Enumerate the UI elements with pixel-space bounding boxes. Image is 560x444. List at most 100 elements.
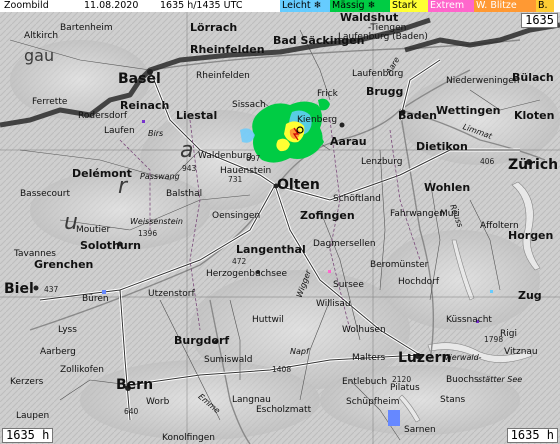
radar-map: Zoombild 11.08.2020 1635 h/1435 UTC Leic… <box>0 0 560 444</box>
place-bassecourt: Bassecourt <box>20 189 70 199</box>
place-kussnacht: Küssnacht <box>446 315 492 325</box>
place-lorrach: Lörrach <box>190 21 238 34</box>
place-stans: Stans <box>440 395 466 405</box>
place-utzenstorf: Utzenstorf <box>148 289 195 299</box>
snowflake-icon: ❄ <box>310 0 322 11</box>
place-herzogenbuchsee: Herzogenbuchsee <box>206 269 288 279</box>
place-tiengen: -Tiengen <box>368 23 407 33</box>
place-napf: Napf <box>290 347 309 356</box>
place-basel: Basel <box>118 71 161 87</box>
place-oensingen: Oensingen <box>212 211 261 221</box>
place-konolfingen: Konolfingen <box>162 433 215 443</box>
elev-697: 697 <box>246 154 261 163</box>
legend-label: B. <box>538 0 548 11</box>
elev-943: 943 <box>182 164 197 173</box>
place-entlebuch: Entlebuch <box>342 377 388 387</box>
place-balsthal: Balsthal <box>166 189 203 199</box>
place-altkirch: Altkirch <box>24 31 59 41</box>
time-badge-bottom-right: 1635 h <box>506 428 558 443</box>
place-weissenstein: Weissenstein <box>130 217 183 226</box>
place-bern: Bern <box>116 377 154 393</box>
elev-1408: 1408 <box>272 365 292 374</box>
snowflake-icon: ❄ <box>364 0 376 11</box>
place-huttwil: Huttwil <box>252 315 284 325</box>
place-horgen: Horgen <box>508 229 554 242</box>
place-laufen: Laufen <box>104 126 135 136</box>
place-sumiswald: Sumiswald <box>204 355 253 365</box>
place-beromunster: Beromünster <box>370 260 429 270</box>
place-rodersdorf: Rodersdorf <box>78 111 128 121</box>
place-worb: Worb <box>146 397 170 407</box>
place-niederweningen: Niederweningen <box>446 76 520 86</box>
elev-406: 406 <box>480 157 495 166</box>
legend-label: Leicht <box>282 0 311 11</box>
place-moutier: Moutier <box>76 225 111 235</box>
date-text: 11.08.2020 <box>84 0 139 11</box>
place-aarau: Aarau <box>330 135 367 148</box>
time-badge-top-right: 1635 <box>521 13 558 28</box>
place-fahrwangen: Fahrwangen <box>390 209 445 219</box>
place-laufenburg: Laufenburg <box>352 69 404 79</box>
place-zollikofen: Zollikofen <box>60 365 104 375</box>
time-text: 1635 h/1435 UTC <box>160 0 243 11</box>
place-lenzburg: Lenzburg <box>361 157 403 167</box>
elev-2120: 2120 <box>392 375 412 384</box>
legend-item-leicht: Leicht ❄ <box>280 0 330 12</box>
place-kienberg: Kienberg <box>297 115 338 125</box>
place-buochs: Buochs <box>446 375 479 385</box>
legend-item-extrem: Extrem <box>428 0 474 12</box>
legend-item-w-blitze: W. Blitze <box>474 0 536 12</box>
place-sarnen: Sarnen <box>404 425 436 435</box>
place-rheinfelden: Rheinfelden <box>190 43 265 56</box>
place-bulach: Bülach <box>512 71 554 84</box>
place-reinach: Reinach <box>120 99 170 112</box>
legend-item-b: B. <box>536 0 554 12</box>
elev-1396: 1396 <box>138 229 158 238</box>
place-wohlen: Wohlen <box>424 181 471 194</box>
region-gau: gau <box>24 46 55 65</box>
place-liestal: Liestal <box>176 109 218 122</box>
place-laupen: Laupen <box>16 411 50 421</box>
place-kerzers: Kerzers <box>10 377 44 387</box>
place-wolhusen: Wolhusen <box>342 325 386 335</box>
time-badge-bottom-left: 1635 h <box>2 428 54 443</box>
place-waldenburg: Waldenburg <box>198 151 252 161</box>
place-kloten: Kloten <box>514 109 555 122</box>
place-escholzmatt: Escholzmatt <box>256 405 312 415</box>
legend-label: Extrem <box>430 0 465 11</box>
legend-label: Stark <box>392 0 417 11</box>
elev-640: 640 <box>124 407 139 416</box>
lake-vierwaldst: Vierwald- <box>444 353 482 362</box>
place-willisau: Willisau <box>316 299 351 309</box>
view-mode: Zoombild <box>4 0 49 11</box>
place-zurich: Zürich <box>508 157 559 173</box>
legend-label: W. Blitze <box>476 0 517 11</box>
place-laufenburg-baden: Laufenburg (Baden) <box>338 32 428 42</box>
place-dietikon: Dietikon <box>416 140 468 153</box>
place-grenchen: Grenchen <box>34 258 94 271</box>
place-delemont: Delémont <box>72 167 132 180</box>
place-sissach: Sissach <box>232 100 266 110</box>
place-olten: Olten <box>277 177 320 193</box>
place-burgdorf: Burgdorf <box>174 334 230 347</box>
place-sursee: Sursee <box>333 280 364 290</box>
elev-437: 437 <box>44 285 59 294</box>
place-schoftland: Schöftland <box>333 194 381 204</box>
place-lyss: Lyss <box>58 325 77 335</box>
place-passwang: Passwang <box>140 172 180 181</box>
place-frick: Frick <box>317 89 338 99</box>
elev-472: 472 <box>232 257 247 266</box>
place-langnau: Langnau <box>232 395 271 405</box>
place-hochdorf: Hochdorf <box>398 277 440 287</box>
place-schupfheim: Schüpfheim <box>346 397 400 407</box>
place-dagmersellen: Dagmersellen <box>313 239 376 249</box>
place-brugg: Brugg <box>366 85 404 98</box>
place-malters: Malters <box>352 353 386 363</box>
place-buren: Büren <box>82 294 109 304</box>
place-biel: Biel <box>4 281 34 297</box>
place-wettingen: Wettingen <box>436 104 501 117</box>
elev-1798: 1798 <box>484 335 504 344</box>
river-birs: Birs <box>148 129 164 138</box>
place-baden: Baden <box>398 109 437 122</box>
region-letter-a: a <box>180 138 194 163</box>
